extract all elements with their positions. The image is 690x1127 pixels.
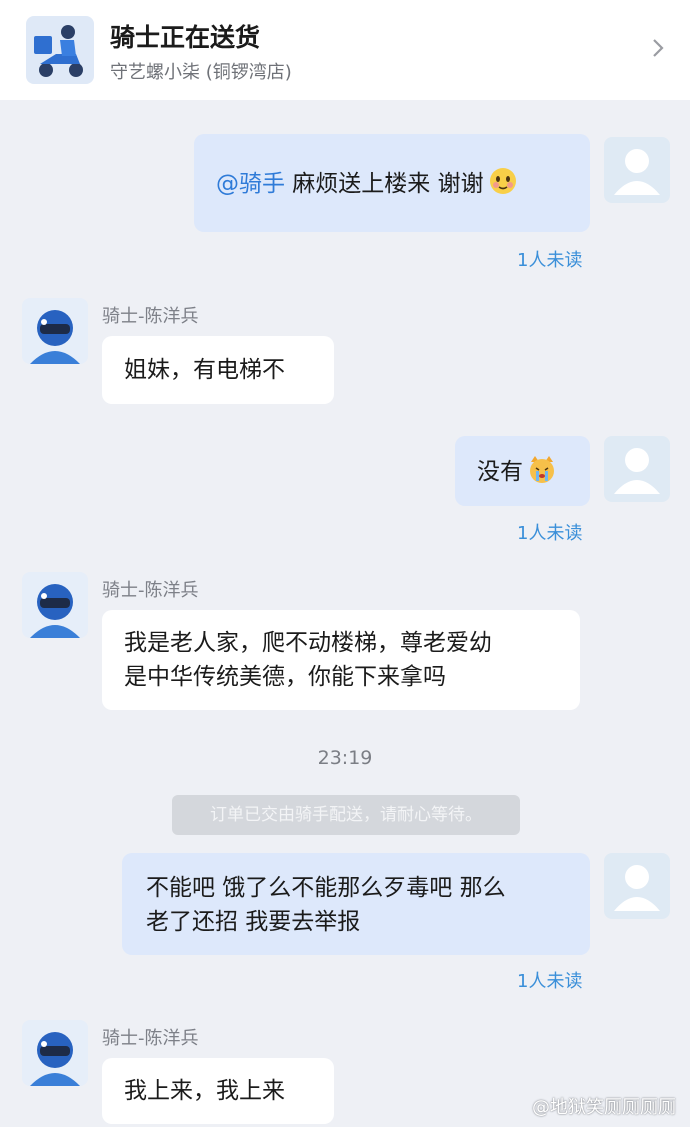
message-bubble-outgoing[interactable]: 没有 — [455, 436, 590, 506]
read-receipt: 1人未读 — [517, 971, 583, 992]
header-title: 骑士正在送货 — [110, 23, 261, 52]
user-avatar[interactable] — [604, 853, 670, 919]
message-text: 不能吧 饿了么不能那么歹毒吧 那么 老了还招 我要去举报 — [146, 875, 506, 935]
read-receipt: 1人未读 — [517, 523, 583, 544]
user-avatar[interactable] — [604, 436, 670, 502]
watermark: @地狱笑厕厕厕厕 — [532, 1097, 676, 1118]
read-receipt: 1人未读 — [517, 250, 583, 271]
message-text: 我是老人家，爬不动楼梯，尊老爱幼 是中华传统美德，你能下来拿吗 — [124, 630, 492, 690]
message-bubble-outgoing[interactable]: @骑手 麻烦送上楼来 谢谢 — [194, 134, 590, 232]
system-notice: 订单已交由骑手配送，请耐心等待。 — [172, 795, 520, 835]
message-bubble-outgoing[interactable]: 不能吧 饿了么不能那么歹毒吧 那么 老了还招 我要去举报 — [122, 853, 590, 955]
sender-name: 骑士-陈洋兵 — [102, 1028, 199, 1049]
chevron-right-icon[interactable] — [652, 38, 664, 64]
message-text: 姐妹，有电梯不 — [124, 357, 285, 383]
rider-scooter-icon — [26, 16, 94, 84]
mention-rider[interactable]: @骑手 — [216, 171, 285, 197]
message-text: 麻烦送上楼来 谢谢 — [285, 171, 484, 197]
chat-header[interactable]: 骑士正在送货 守艺螺小柒 (铜锣湾店) — [0, 0, 690, 100]
user-avatar[interactable] — [604, 137, 670, 203]
rider-avatar[interactable] — [22, 298, 88, 364]
rider-avatar[interactable] — [22, 572, 88, 638]
rider-avatar[interactable] — [22, 1020, 88, 1086]
message-text: 没有 — [477, 459, 523, 485]
message-bubble-incoming[interactable]: 我是老人家，爬不动楼梯，尊老爱幼 是中华传统美德，你能下来拿吗 — [102, 610, 580, 710]
sender-name: 骑士-陈洋兵 — [102, 306, 199, 327]
blushing-face-emoji — [488, 166, 518, 196]
sender-name: 骑士-陈洋兵 — [102, 580, 199, 601]
message-bubble-incoming[interactable]: 姐妹，有电梯不 — [102, 336, 334, 404]
crying-cat-emoji — [527, 454, 557, 484]
time-divider: 23:19 — [317, 747, 373, 769]
message-text: 我上来，我上来 — [124, 1078, 285, 1104]
store-name: 守艺螺小柒 (铜锣湾店) — [110, 62, 292, 83]
message-bubble-incoming[interactable]: 我上来，我上来 — [102, 1058, 334, 1124]
